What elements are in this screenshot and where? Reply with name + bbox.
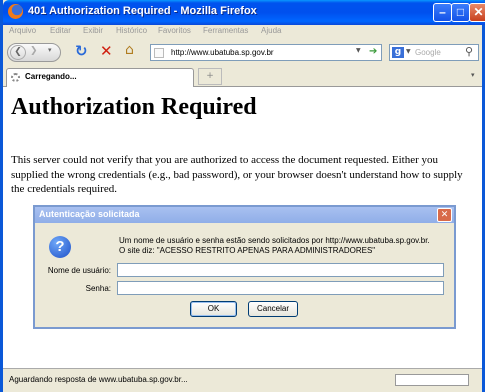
back-button[interactable]: ❮ <box>10 45 26 60</box>
title-bar[interactable]: 401 Authorization Required - Mozilla Fir… <box>3 0 485 25</box>
browser-window: 401 Authorization Required - Mozilla Fir… <box>0 0 485 392</box>
menu-editar[interactable]: Editar <box>50 26 71 35</box>
google-engine-icon[interactable]: g <box>392 47 404 58</box>
new-tab-button[interactable]: + <box>198 68 222 85</box>
menu-ajuda[interactable]: Ajuda <box>261 26 281 35</box>
tab-list-icon[interactable]: ▾ <box>471 71 475 79</box>
status-progress-bar <box>395 374 469 386</box>
dialog-title-bar[interactable]: Autenticação solicitada ✕ <box>35 207 454 223</box>
menu-arquivo[interactable]: Arquivo <box>9 26 36 35</box>
close-window-button[interactable]: ✕ <box>469 3 485 22</box>
url-dropdown-icon[interactable]: ▼ <box>356 47 361 54</box>
stop-icon[interactable]: ✕ <box>100 42 113 60</box>
page-heading: Authorization Required <box>11 94 257 120</box>
back-forward-group: ❮ ❯ ▾ <box>7 43 61 62</box>
search-placeholder[interactable]: Google <box>415 48 441 57</box>
username-label: Nome de usuário: <box>47 266 111 275</box>
menu-exibir[interactable]: Exibir <box>83 26 103 35</box>
favicon-icon <box>154 48 164 58</box>
username-field[interactable] <box>117 263 444 277</box>
password-label: Senha: <box>85 284 111 293</box>
search-icon[interactable]: ⚲ <box>465 45 473 58</box>
menu-ferramentas[interactable]: Ferramentas <box>203 26 248 35</box>
firefox-logo-icon <box>8 4 23 19</box>
status-text: Aguardando resposta de www.ubatuba.sp.go… <box>9 375 188 384</box>
menu-favoritos[interactable]: Favoritos <box>158 26 191 35</box>
ok-button[interactable]: OK <box>190 301 237 317</box>
window-title: 401 Authorization Required - Mozilla Fir… <box>28 5 257 17</box>
loading-spinner-icon <box>11 73 20 82</box>
question-icon: ? <box>49 236 71 258</box>
maximize-button[interactable]: □ <box>451 3 470 22</box>
page-body-text: This server could not verify that you ar… <box>11 154 463 195</box>
dialog-message: Um nome de usuário e senha estão sendo s… <box>119 236 430 256</box>
menu-historico[interactable]: Histórico <box>116 26 147 35</box>
reload-icon[interactable]: ↻ <box>75 42 88 60</box>
minimize-button[interactable]: – <box>433 3 452 22</box>
forward-button[interactable]: ❯ <box>30 46 38 56</box>
tab-bar: Carregando... + ▾ <box>3 65 482 87</box>
dialog-close-button[interactable]: ✕ <box>437 208 452 222</box>
password-field[interactable] <box>117 281 444 295</box>
home-icon[interactable]: ⌂ <box>125 42 134 58</box>
dialog-message-line1: Um nome de usuário e senha estão sendo s… <box>119 236 430 245</box>
tab-loading[interactable]: Carregando... <box>6 68 194 87</box>
url-text[interactable]: http://www.ubatuba.sp.gov.br <box>171 48 274 57</box>
status-bar: Aguardando resposta de www.ubatuba.sp.go… <box>3 368 482 392</box>
search-box[interactable]: g ▼ Google ⚲ <box>389 44 479 61</box>
go-arrow-icon[interactable]: ➔ <box>369 46 377 57</box>
search-engine-dropdown-icon[interactable]: ▼ <box>406 48 411 55</box>
dialog-title: Autenticação solicitada <box>39 209 140 219</box>
auth-dialog: Autenticação solicitada ✕ ? Um nome de u… <box>33 205 456 329</box>
url-bar[interactable]: http://www.ubatuba.sp.gov.br ▼ ➔ <box>150 44 382 61</box>
menu-bar: Arquivo Editar Exibir Histórico Favorito… <box>3 25 482 41</box>
history-dropdown-icon[interactable]: ▾ <box>48 46 52 54</box>
cancel-button[interactable]: Cancelar <box>248 301 298 317</box>
dialog-message-line2: O site diz: "ACESSO RESTRITO APENAS PARA… <box>119 246 376 255</box>
tab-title: Carregando... <box>25 72 77 81</box>
